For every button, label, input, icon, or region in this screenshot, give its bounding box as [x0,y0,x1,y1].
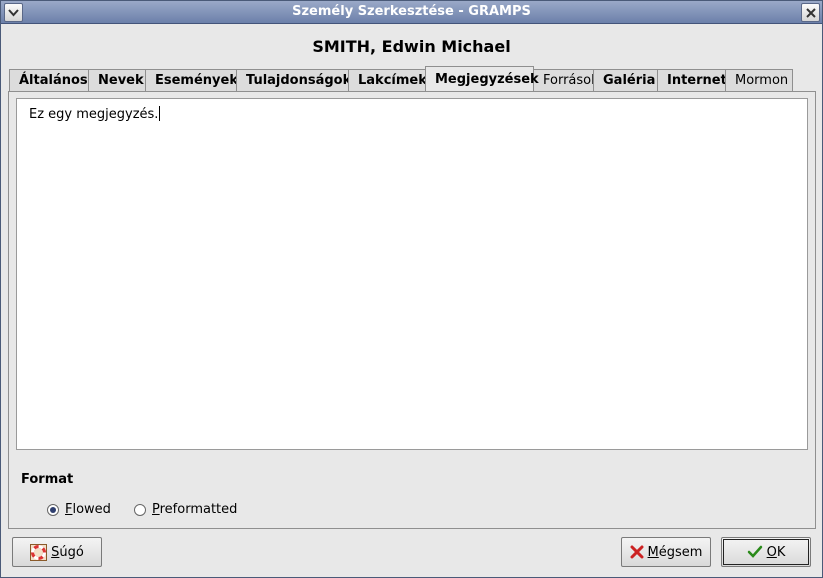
lifebuoy-icon [30,543,48,561]
ok-button[interactable]: OK [721,537,811,567]
cancel-button[interactable]: Mégsem [621,537,711,567]
tab-label: Tulajdonságok [246,73,352,88]
person-name-heading: SMITH, Edwin Michael [312,37,511,56]
tab-bar: Általános Nevek Események Tulajdonságok … [9,66,793,92]
radio-flowed-label: Flowed [65,502,111,517]
radio-button-icon [47,503,59,516]
tab-label: Megjegyzések [435,72,539,87]
tab-internet[interactable]: Internet [657,69,727,91]
ok-button-label: OK [766,544,786,560]
tab-label: Internet [667,73,727,88]
radio-preformatted-label: Preformatted [152,502,238,517]
tab-label: Események [155,73,238,88]
tab-label: Lakcímek [358,73,427,88]
tab-label: Általános [19,73,88,88]
text-caret [159,106,161,121]
note-text: Ez egy megjegyzés. [29,107,159,122]
cancel-button-label: Mégsem [647,544,703,560]
tab-tulajdonsagok[interactable]: Tulajdonságok [236,69,352,91]
dialog-window: Személy Szerkesztése - GRAMPS SMITH, Edw… [0,0,823,578]
radio-flowed[interactable]: Flowed [47,502,111,517]
radio-button-icon [134,503,146,516]
tab-galeria[interactable]: Galéria [593,69,658,91]
tab-label: Források [543,73,599,88]
tab-lakcimek[interactable]: Lakcímek [348,69,427,91]
tab-nevek[interactable]: Nevek [88,69,146,91]
format-label: Format [21,472,74,487]
tab-label: Nevek [98,73,144,88]
tab-label: Mormon [735,73,789,88]
note-text-area[interactable]: Ez egy megjegyzés. [16,98,808,450]
window-title: Személy Szerkesztése - GRAMPS [292,4,531,19]
tab-forrasok[interactable]: Források [533,69,599,91]
tab-label: Galéria [603,73,656,88]
notes-panel: Ez egy megjegyzés. Format Flowed Preform… [8,91,816,529]
tab-mormon[interactable]: Mormon [725,69,793,91]
titlebar: Személy Szerkesztése - GRAMPS [1,1,822,24]
window-close-button[interactable] [801,3,820,22]
help-button-label: Súgó [51,544,84,560]
help-button[interactable]: Súgó [12,537,102,567]
tab-esemenyek[interactable]: Események [145,69,238,91]
cancel-x-icon [630,545,644,559]
tab-megjegyzesek[interactable]: Megjegyzések [425,66,539,92]
checkmark-icon [747,545,762,558]
radio-preformatted[interactable]: Preformatted [134,502,237,517]
close-icon [805,7,816,18]
tab-altalanos[interactable]: Általános [9,69,89,91]
